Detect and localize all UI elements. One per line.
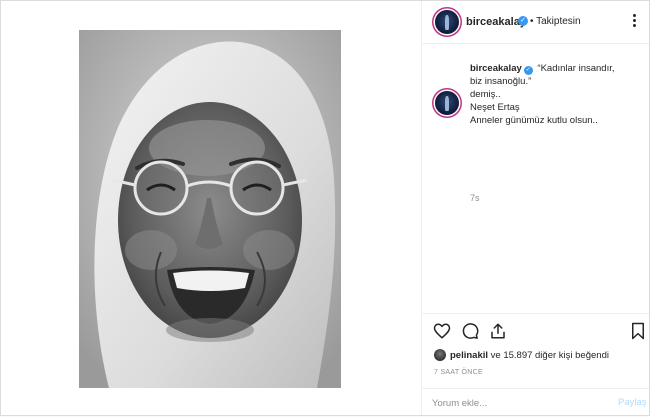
post-comment-button[interactable]: Paylaş [618, 397, 647, 408]
caption-line-3: demiş.. [470, 89, 501, 100]
share-icon[interactable] [489, 322, 507, 340]
bookmark-icon[interactable] [629, 322, 647, 340]
caption-line-2: biz insanoğlu.” [470, 76, 532, 87]
caption-time[interactable]: 7s [470, 193, 480, 203]
post-photo[interactable] [79, 30, 341, 388]
caption-text: birceakalay ✓ “Kadınlar insandır, biz ins… [470, 62, 640, 127]
liker-username[interactable]: pelinakil [450, 350, 488, 361]
post-actions: pelinakil ve 15.897 diğer kişi beğendi 7… [422, 313, 649, 414]
post-timestamp[interactable]: 7 SAAT ÖNCE [434, 369, 483, 376]
post-media [1, 1, 422, 415]
caption-line-5: Anneler günümüz kutlu olsun.. [470, 115, 598, 126]
caption-line-1: “Kadınlar insandır, [537, 63, 615, 74]
post-details-panel: birceakalay ✓ • Takiptesin birceakalay ✓ … [422, 1, 649, 415]
caption-line-4: Neşet Ertaş [470, 102, 520, 113]
comment-icon[interactable] [461, 322, 479, 340]
likes-text[interactable]: pelinakil ve 15.897 diğer kişi beğendi [450, 349, 609, 362]
author-avatar[interactable] [435, 10, 459, 34]
heart-icon[interactable] [433, 322, 451, 340]
post-header: birceakalay ✓ • Takiptesin [422, 1, 649, 44]
comment-input[interactable] [432, 395, 602, 411]
follow-status[interactable]: • Takiptesin [530, 16, 581, 27]
liker-avatar[interactable] [434, 349, 446, 361]
likes-count-text: ve 15.897 diğer kişi beğendi [490, 350, 609, 361]
portrait-image [79, 30, 341, 388]
caption-avatar[interactable] [435, 91, 459, 115]
instagram-post-modal: birceakalay ✓ • Takiptesin birceakalay ✓ … [0, 0, 650, 416]
caption-verified-icon: ✓ [523, 66, 533, 75]
comment-bar: Paylaş [422, 388, 649, 417]
author-username[interactable]: birceakalay [466, 16, 526, 28]
verified-badge-icon: ✓ [518, 16, 528, 26]
caption-username[interactable]: birceakalay [470, 63, 522, 74]
more-options-icon[interactable] [633, 14, 637, 28]
